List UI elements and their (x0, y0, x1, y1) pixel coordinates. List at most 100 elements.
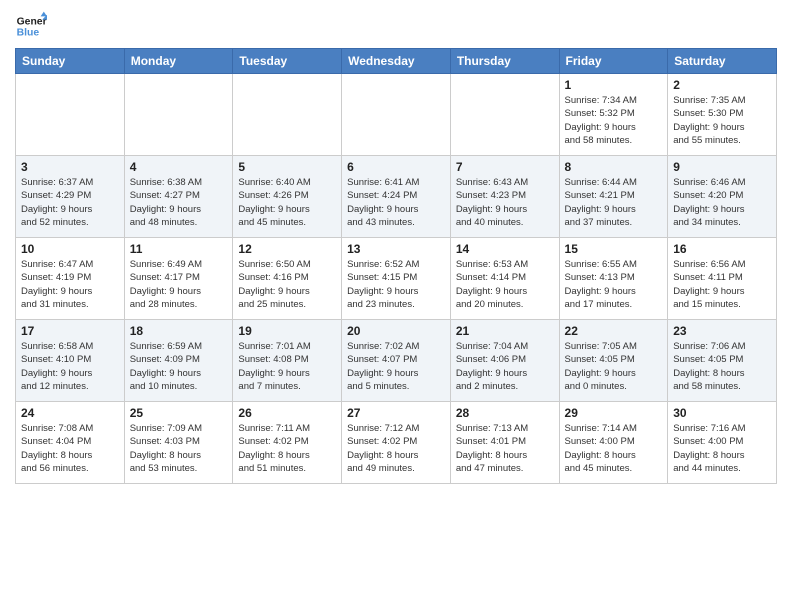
day-number: 21 (456, 324, 554, 338)
day-number: 18 (130, 324, 228, 338)
day-cell (16, 74, 125, 156)
day-number: 9 (673, 160, 771, 174)
day-cell: 1 Sunrise: 7:34 AM Sunset: 5:32 PM Daylig… (559, 74, 668, 156)
day-cell: 5 Sunrise: 6:40 AM Sunset: 4:26 PM Daylig… (233, 156, 342, 238)
day-number: 6 (347, 160, 445, 174)
day-number: 2 (673, 78, 771, 92)
day-info: Sunrise: 6:58 AM Sunset: 4:10 PM Dayligh… (21, 340, 119, 393)
day-cell: 28 Sunrise: 7:13 AM Sunset: 4:01 PM Dayli… (450, 402, 559, 484)
day-info: Sunrise: 6:38 AM Sunset: 4:27 PM Dayligh… (130, 176, 228, 229)
header: General Blue (15, 10, 777, 42)
page: General Blue SundayMondayTuesdayWednesda… (0, 0, 792, 494)
day-number: 26 (238, 406, 336, 420)
day-number: 3 (21, 160, 119, 174)
logo: General Blue (15, 10, 47, 42)
day-header-wednesday: Wednesday (342, 49, 451, 74)
day-cell: 18 Sunrise: 6:59 AM Sunset: 4:09 PM Dayli… (124, 320, 233, 402)
day-number: 29 (565, 406, 663, 420)
day-number: 13 (347, 242, 445, 256)
day-header-sunday: Sunday (16, 49, 125, 74)
day-cell: 13 Sunrise: 6:52 AM Sunset: 4:15 PM Dayli… (342, 238, 451, 320)
day-info: Sunrise: 7:12 AM Sunset: 4:02 PM Dayligh… (347, 422, 445, 475)
day-header-saturday: Saturday (668, 49, 777, 74)
day-info: Sunrise: 6:41 AM Sunset: 4:24 PM Dayligh… (347, 176, 445, 229)
week-row-1: 3 Sunrise: 6:37 AM Sunset: 4:29 PM Daylig… (16, 156, 777, 238)
day-info: Sunrise: 6:59 AM Sunset: 4:09 PM Dayligh… (130, 340, 228, 393)
day-info: Sunrise: 7:04 AM Sunset: 4:06 PM Dayligh… (456, 340, 554, 393)
day-info: Sunrise: 7:34 AM Sunset: 5:32 PM Dayligh… (565, 94, 663, 147)
day-cell: 30 Sunrise: 7:16 AM Sunset: 4:00 PM Dayli… (668, 402, 777, 484)
day-info: Sunrise: 6:52 AM Sunset: 4:15 PM Dayligh… (347, 258, 445, 311)
day-number: 22 (565, 324, 663, 338)
day-info: Sunrise: 6:37 AM Sunset: 4:29 PM Dayligh… (21, 176, 119, 229)
day-header-thursday: Thursday (450, 49, 559, 74)
day-cell: 26 Sunrise: 7:11 AM Sunset: 4:02 PM Dayli… (233, 402, 342, 484)
day-cell: 23Sunrise: 7:06 AM Sunset: 4:05 PM Dayli… (668, 320, 777, 402)
day-info: Sunrise: 7:06 AM Sunset: 4:05 PM Dayligh… (673, 340, 771, 393)
day-cell: 19Sunrise: 7:01 AM Sunset: 4:08 PM Dayli… (233, 320, 342, 402)
day-cell: 29Sunrise: 7:14 AM Sunset: 4:00 PM Dayli… (559, 402, 668, 484)
week-row-2: 10 Sunrise: 6:47 AM Sunset: 4:19 PM Dayli… (16, 238, 777, 320)
day-cell: 17 Sunrise: 6:58 AM Sunset: 4:10 PM Dayli… (16, 320, 125, 402)
day-number: 10 (21, 242, 119, 256)
day-info: Sunrise: 6:43 AM Sunset: 4:23 PM Dayligh… (456, 176, 554, 229)
day-number: 7 (456, 160, 554, 174)
svg-text:Blue: Blue (17, 28, 40, 39)
day-number: 20 (347, 324, 445, 338)
day-number: 28 (456, 406, 554, 420)
day-number: 17 (21, 324, 119, 338)
day-info: Sunrise: 6:47 AM Sunset: 4:19 PM Dayligh… (21, 258, 119, 311)
day-cell: 15 Sunrise: 6:55 AM Sunset: 4:13 PM Dayli… (559, 238, 668, 320)
day-number: 4 (130, 160, 228, 174)
day-info: Sunrise: 7:13 AM Sunset: 4:01 PM Dayligh… (456, 422, 554, 475)
day-cell: 16 Sunrise: 6:56 AM Sunset: 4:11 PM Dayli… (668, 238, 777, 320)
day-cell: 3 Sunrise: 6:37 AM Sunset: 4:29 PM Daylig… (16, 156, 125, 238)
day-header-monday: Monday (124, 49, 233, 74)
day-number: 30 (673, 406, 771, 420)
day-number: 1 (565, 78, 663, 92)
day-header-tuesday: Tuesday (233, 49, 342, 74)
day-info: Sunrise: 6:40 AM Sunset: 4:26 PM Dayligh… (238, 176, 336, 229)
day-info: Sunrise: 6:56 AM Sunset: 4:11 PM Dayligh… (673, 258, 771, 311)
day-info: Sunrise: 7:02 AM Sunset: 4:07 PM Dayligh… (347, 340, 445, 393)
day-number: 5 (238, 160, 336, 174)
week-row-0: 1 Sunrise: 7:34 AM Sunset: 5:32 PM Daylig… (16, 74, 777, 156)
week-row-3: 17 Sunrise: 6:58 AM Sunset: 4:10 PM Dayli… (16, 320, 777, 402)
day-number: 12 (238, 242, 336, 256)
day-info: Sunrise: 7:09 AM Sunset: 4:03 PM Dayligh… (130, 422, 228, 475)
day-cell (342, 74, 451, 156)
calendar: SundayMondayTuesdayWednesdayThursdayFrid… (15, 48, 777, 484)
day-info: Sunrise: 6:50 AM Sunset: 4:16 PM Dayligh… (238, 258, 336, 311)
day-number: 15 (565, 242, 663, 256)
day-number: 16 (673, 242, 771, 256)
header-row: SundayMondayTuesdayWednesdayThursdayFrid… (16, 49, 777, 74)
day-info: Sunrise: 7:05 AM Sunset: 4:05 PM Dayligh… (565, 340, 663, 393)
day-info: Sunrise: 7:35 AM Sunset: 5:30 PM Dayligh… (673, 94, 771, 147)
day-cell: 6 Sunrise: 6:41 AM Sunset: 4:24 PM Daylig… (342, 156, 451, 238)
day-info: Sunrise: 7:16 AM Sunset: 4:00 PM Dayligh… (673, 422, 771, 475)
day-info: Sunrise: 6:49 AM Sunset: 4:17 PM Dayligh… (130, 258, 228, 311)
day-number: 24 (21, 406, 119, 420)
day-header-friday: Friday (559, 49, 668, 74)
day-cell: 7 Sunrise: 6:43 AM Sunset: 4:23 PM Daylig… (450, 156, 559, 238)
day-info: Sunrise: 7:11 AM Sunset: 4:02 PM Dayligh… (238, 422, 336, 475)
day-cell: 11 Sunrise: 6:49 AM Sunset: 4:17 PM Dayli… (124, 238, 233, 320)
day-info: Sunrise: 6:46 AM Sunset: 4:20 PM Dayligh… (673, 176, 771, 229)
day-number: 27 (347, 406, 445, 420)
day-number: 11 (130, 242, 228, 256)
day-info: Sunrise: 6:44 AM Sunset: 4:21 PM Dayligh… (565, 176, 663, 229)
day-info: Sunrise: 6:55 AM Sunset: 4:13 PM Dayligh… (565, 258, 663, 311)
day-cell: 22 Sunrise: 7:05 AM Sunset: 4:05 PM Dayli… (559, 320, 668, 402)
week-row-4: 24Sunrise: 7:08 AM Sunset: 4:04 PM Dayli… (16, 402, 777, 484)
day-cell: 4 Sunrise: 6:38 AM Sunset: 4:27 PM Daylig… (124, 156, 233, 238)
day-cell: 12 Sunrise: 6:50 AM Sunset: 4:16 PM Dayli… (233, 238, 342, 320)
day-cell (124, 74, 233, 156)
day-cell: 25Sunrise: 7:09 AM Sunset: 4:03 PM Dayli… (124, 402, 233, 484)
day-cell: 2 Sunrise: 7:35 AM Sunset: 5:30 PM Daylig… (668, 74, 777, 156)
day-cell: 27 Sunrise: 7:12 AM Sunset: 4:02 PM Dayli… (342, 402, 451, 484)
day-number: 8 (565, 160, 663, 174)
day-cell (233, 74, 342, 156)
day-cell: 21 Sunrise: 7:04 AM Sunset: 4:06 PM Dayli… (450, 320, 559, 402)
day-number: 14 (456, 242, 554, 256)
day-number: 19 (238, 324, 336, 338)
